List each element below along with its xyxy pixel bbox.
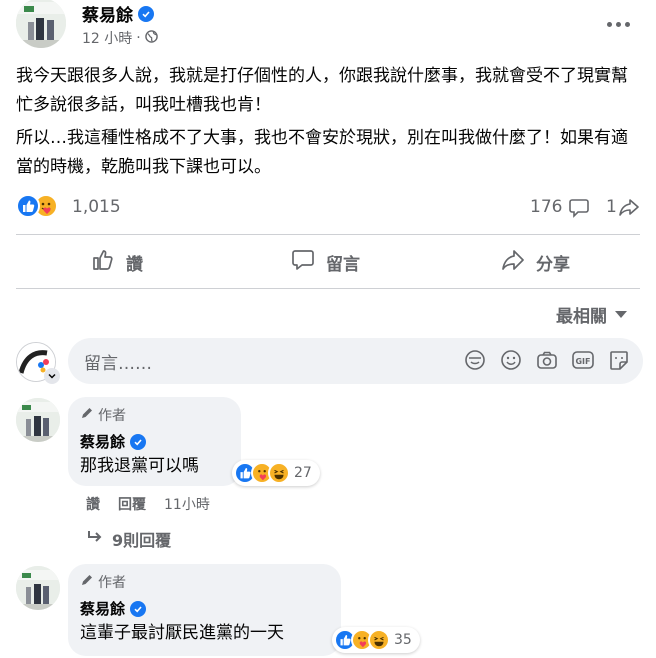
comment-reaction-count: 27 xyxy=(294,465,312,481)
comment-input[interactable]: 留言…… GIF xyxy=(68,338,643,384)
sticker-icon[interactable] xyxy=(607,348,631,372)
comment-author[interactable]: 蔡易餘 xyxy=(80,431,229,452)
globe-icon xyxy=(144,29,158,47)
author-badge: 作者 xyxy=(80,405,229,425)
post-time[interactable]: 12 小時 xyxy=(82,28,132,48)
share-label: 分享 xyxy=(536,254,570,275)
comment-bubble: 作者 蔡易餘 這輩子最討厭民進黨的一天 xyxy=(68,564,341,656)
like-button[interactable]: 讚 xyxy=(90,244,143,280)
sort-comments-dropdown[interactable]: 最相關 xyxy=(556,302,627,327)
comment-reactions[interactable]: 35 xyxy=(332,627,420,653)
post-paragraph-1: 我今天跟很多人說，我就是打仔個性的人，你跟我說什麼事，我就會受不了現實幫忙多說很… xyxy=(16,66,628,115)
avatar-sticker-icon[interactable] xyxy=(463,348,487,372)
meta-separator: · xyxy=(136,30,141,46)
view-replies-button[interactable]: 9則回覆 xyxy=(86,527,171,551)
divider-top xyxy=(16,234,640,235)
comment-reaction-count: 35 xyxy=(394,632,412,648)
pencil-icon xyxy=(80,573,94,591)
pencil-icon xyxy=(80,406,94,424)
like-reaction-icon[interactable] xyxy=(16,194,40,218)
post-author-name[interactable]: 蔡易餘 xyxy=(82,1,154,26)
share-count[interactable]: 1 xyxy=(606,197,617,217)
comment-count[interactable]: 176 xyxy=(530,197,562,217)
comment-avatar[interactable] xyxy=(16,566,60,610)
reactions-summary: 1,015 176 1 xyxy=(16,192,640,222)
comment-reactions[interactable]: 27 xyxy=(232,460,320,486)
comment-bubble: 作者 蔡易餘 那我退黨可以嗎 xyxy=(68,397,241,486)
author-badge: 作者 xyxy=(80,572,329,592)
verified-badge-icon xyxy=(130,433,147,450)
like-icon xyxy=(90,247,116,278)
comment-avatar[interactable] xyxy=(16,398,60,442)
comment-reply-button[interactable]: 回覆 xyxy=(118,494,146,514)
sort-label: 最相關 xyxy=(556,307,607,327)
author-tag-label: 作者 xyxy=(98,575,126,591)
post-paragraph-2: 所以…我這種性格成不了大事，我也不會安於現狀，別在叫我做什麼了！如果有適當的時機… xyxy=(16,128,628,177)
comment-author-name[interactable]: 蔡易餘 xyxy=(80,598,125,619)
camera-icon[interactable] xyxy=(535,348,559,372)
reply-arrow-icon xyxy=(86,529,104,549)
comment-time[interactable]: 11小時 xyxy=(164,494,210,514)
comment-author-name[interactable]: 蔡易餘 xyxy=(80,431,125,452)
comment-count-icon xyxy=(568,196,590,222)
share-count-icon xyxy=(618,196,640,222)
share-icon xyxy=(500,247,526,278)
chevron-down-icon xyxy=(615,311,627,318)
svg-text:GIF: GIF xyxy=(575,357,590,366)
divider-bottom xyxy=(16,288,640,289)
comment-actions: 讚 回覆 11小時 xyxy=(86,494,210,514)
verified-badge-icon xyxy=(138,5,154,22)
comment-text: 那我退黨可以嗎 xyxy=(80,456,199,476)
verified-badge-icon xyxy=(130,600,147,617)
share-button[interactable]: 分享 xyxy=(500,244,570,280)
comment-icon xyxy=(290,247,316,278)
reaction-count[interactable]: 1,015 xyxy=(72,197,121,217)
more-options-icon[interactable] xyxy=(600,12,636,36)
view-replies-label: 9則回覆 xyxy=(112,531,172,550)
like-label: 讚 xyxy=(126,254,143,275)
comment-author[interactable]: 蔡易餘 xyxy=(80,598,329,619)
comment-label: 留言 xyxy=(326,254,360,275)
comment-text: 這輩子最討厭民進黨的一天 xyxy=(80,623,284,643)
comment-button[interactable]: 留言 xyxy=(290,244,360,280)
haha-reaction-icon xyxy=(268,462,290,484)
gif-icon[interactable]: GIF xyxy=(571,348,595,372)
post-author-name-text[interactable]: 蔡易餘 xyxy=(82,1,133,26)
account-switch-chevron-icon[interactable] xyxy=(44,368,60,384)
post-author-avatar[interactable] xyxy=(16,0,66,48)
comment-like-button[interactable]: 讚 xyxy=(86,494,100,514)
author-tag-label: 作者 xyxy=(98,408,126,424)
comment-input-placeholder: 留言…… xyxy=(84,353,152,374)
post-meta: 12 小時 · xyxy=(82,28,158,48)
emoji-icon[interactable] xyxy=(499,348,523,372)
haha-reaction-icon xyxy=(368,629,390,651)
